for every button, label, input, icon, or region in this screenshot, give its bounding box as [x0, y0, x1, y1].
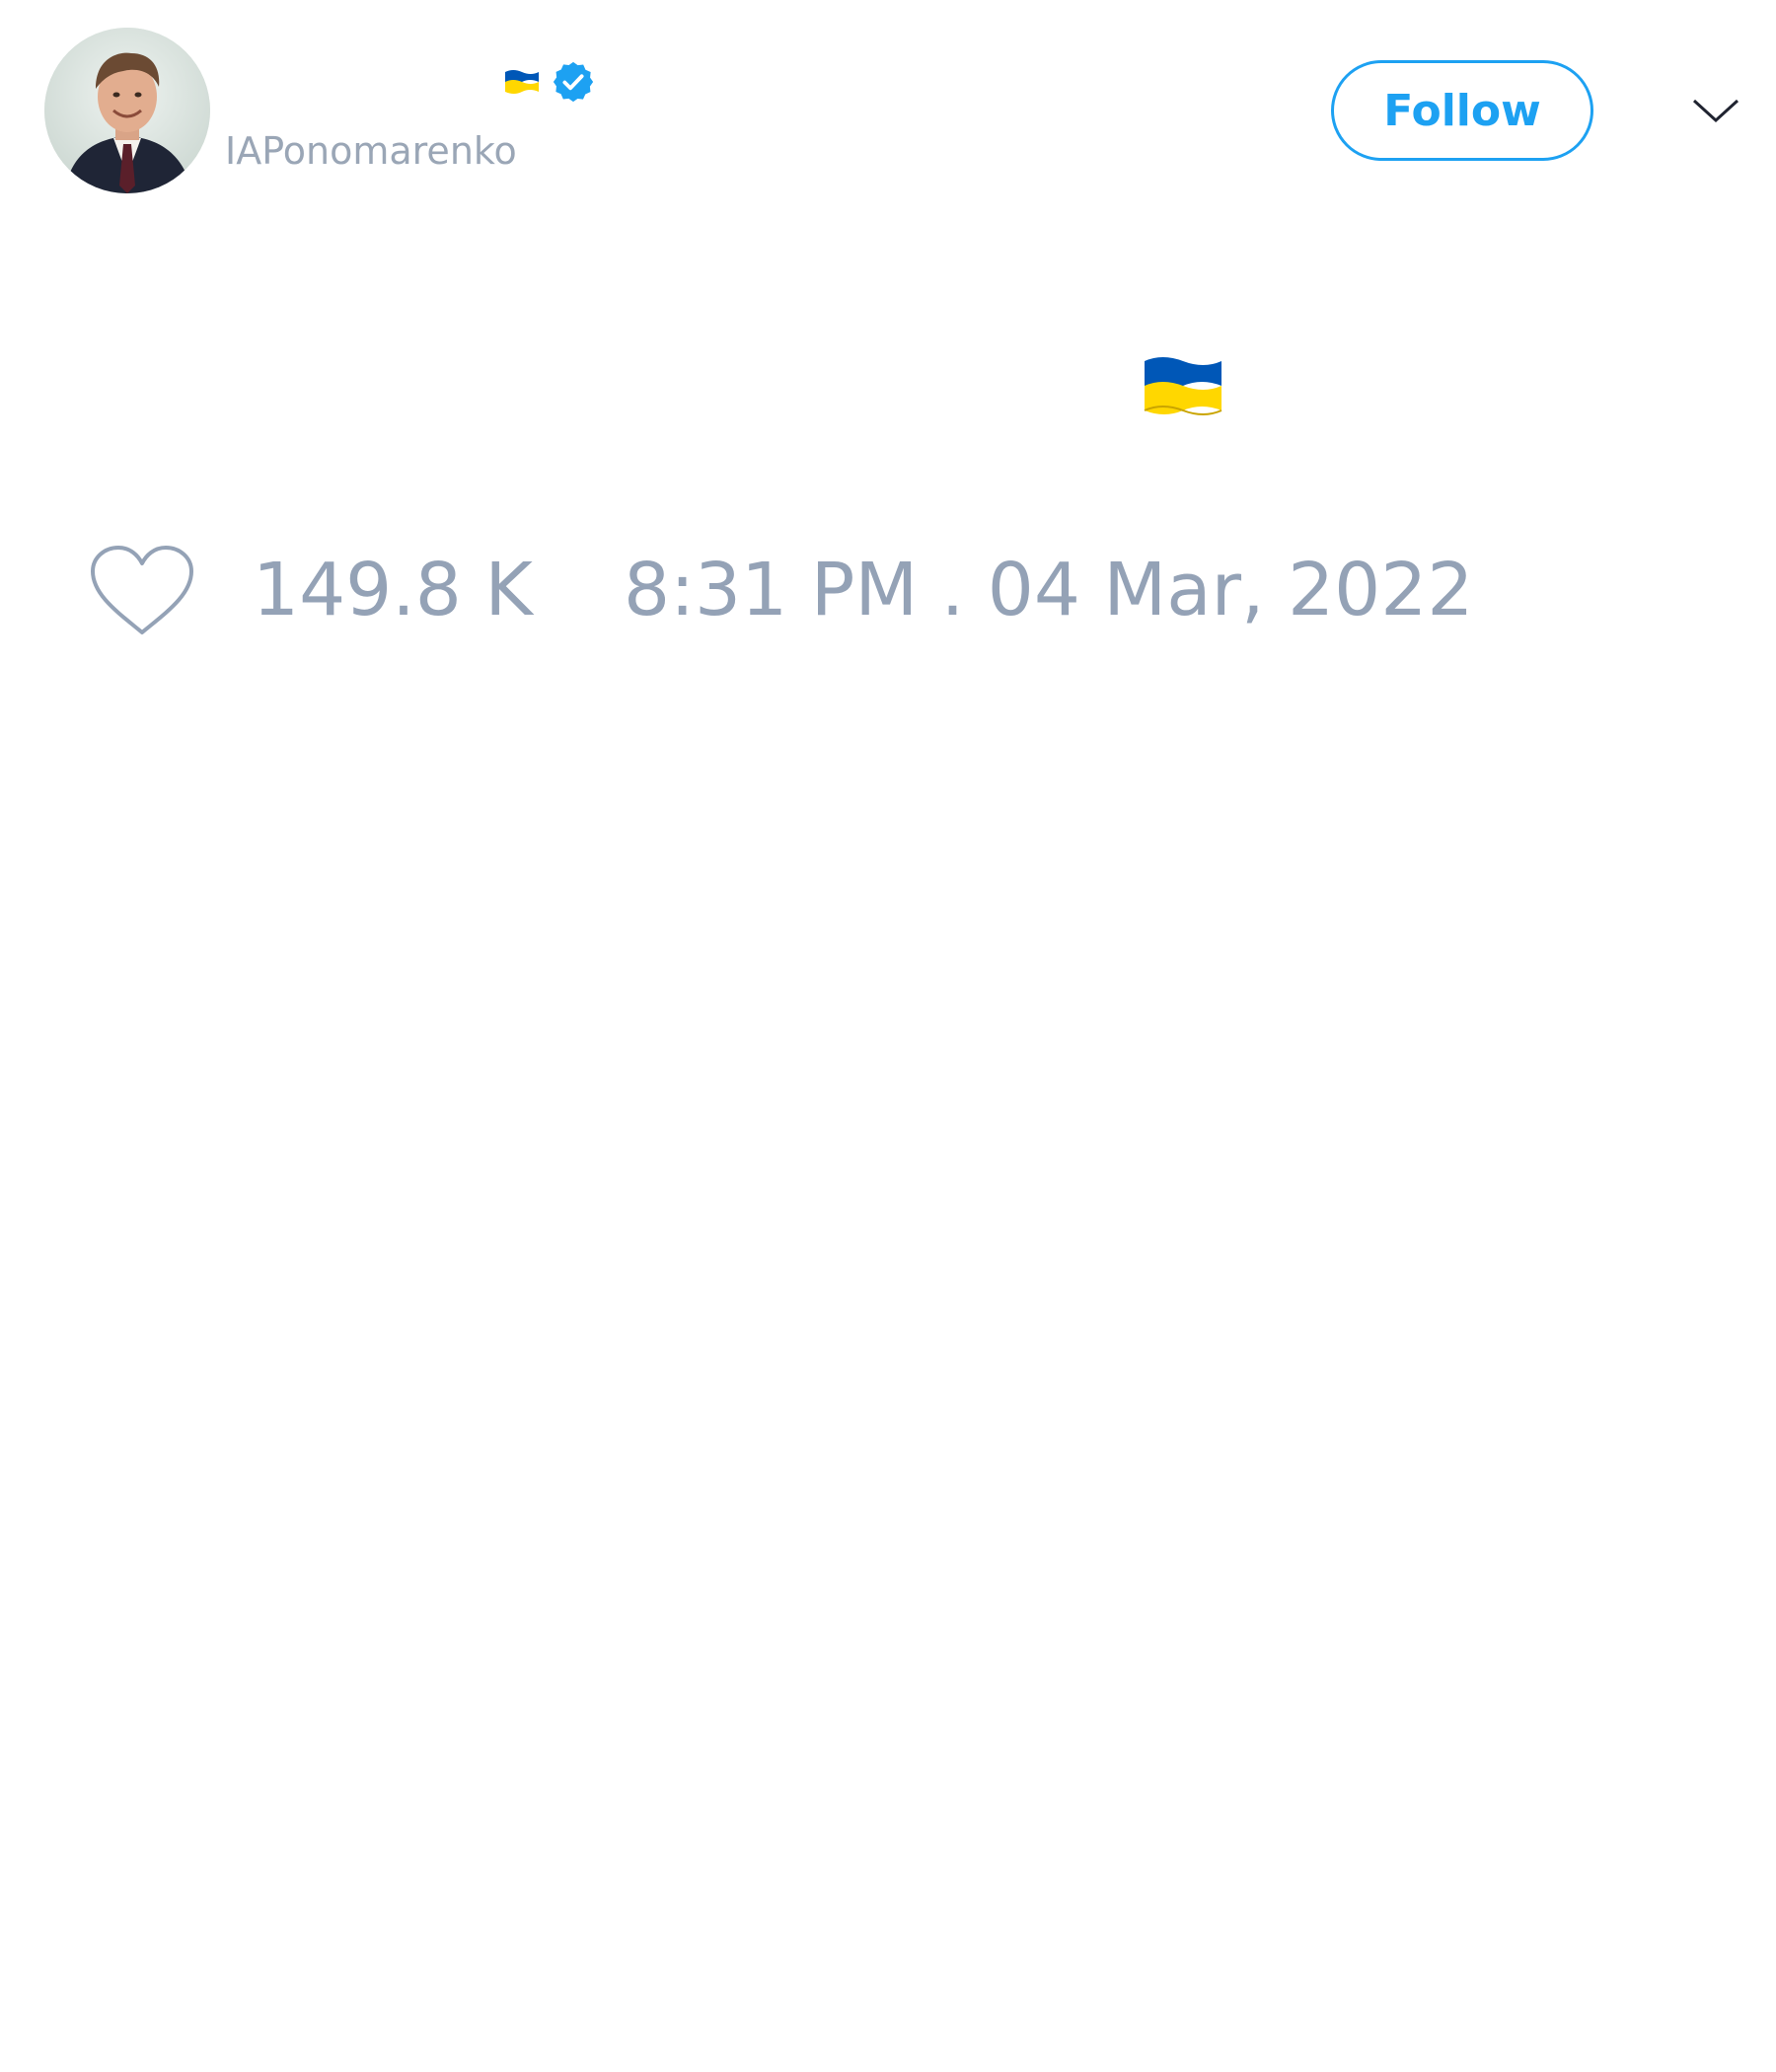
flag-ukraine-icon	[1144, 357, 1222, 415]
follow-button[interactable]: Follow	[1331, 60, 1593, 161]
display-name[interactable]	[503, 57, 596, 107]
like-count: 149.8 K	[253, 548, 533, 632]
tweet-timestamp[interactable]: 8:31 PM . 04 Mar, 2022	[624, 548, 1473, 632]
flag-ukraine-icon	[505, 70, 539, 94]
verified-badge-icon	[553, 61, 594, 103]
avatar-portrait	[44, 28, 210, 193]
author-handle[interactable]: IAPonomarenko	[225, 126, 517, 176]
avatar[interactable]	[44, 28, 210, 193]
chevron-down-icon[interactable]	[1691, 89, 1740, 128]
heart-outline-icon[interactable]	[89, 544, 195, 638]
